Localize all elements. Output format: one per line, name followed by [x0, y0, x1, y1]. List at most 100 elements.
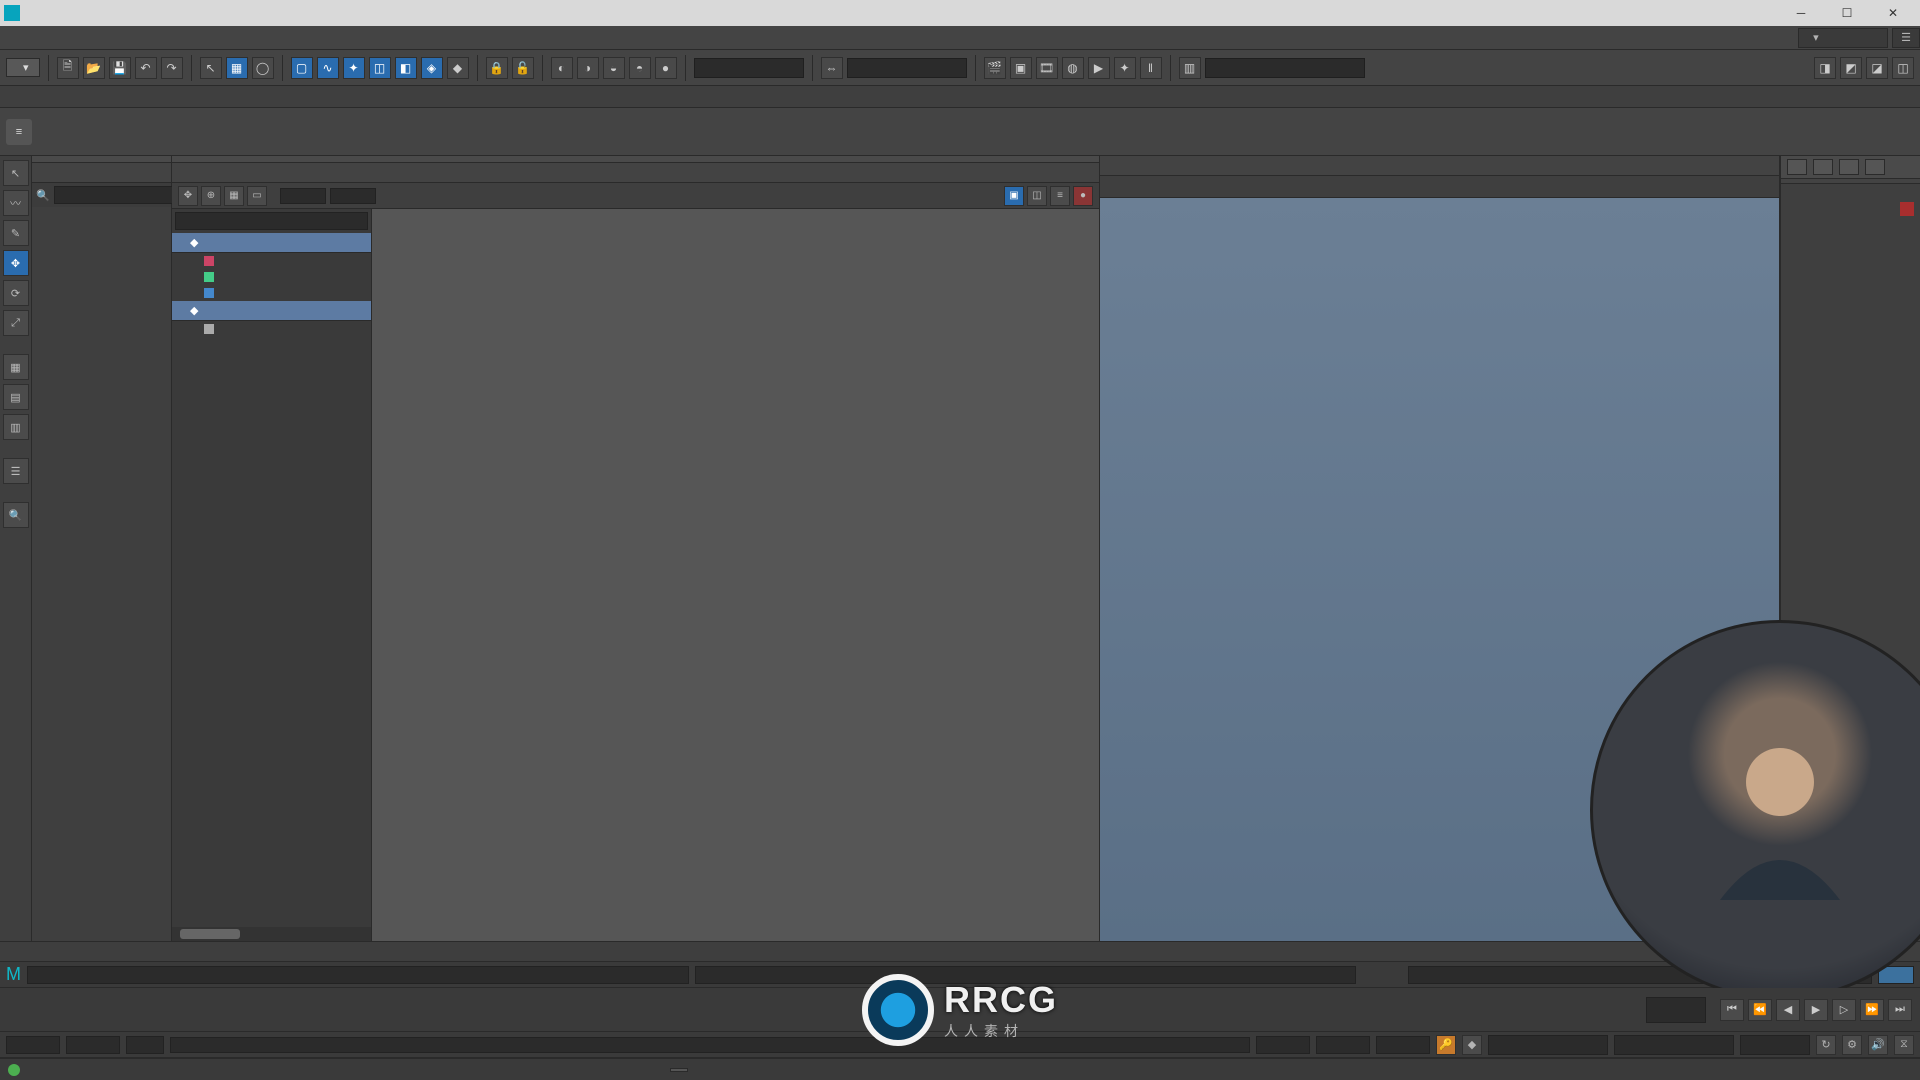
go-to-start-icon[interactable]: ⏮	[1720, 999, 1744, 1021]
character-set-dropdown[interactable]	[1488, 1035, 1608, 1055]
playblast-icon[interactable]: ▶	[1088, 57, 1110, 79]
toggle-tool-settings-icon[interactable]: ◪	[1866, 57, 1888, 79]
range-start-outer[interactable]	[6, 1036, 60, 1054]
fps-dropdown[interactable]	[1740, 1035, 1810, 1055]
scale-tool[interactable]: ⤢	[3, 310, 29, 336]
workspace-options-button[interactable]: ☰	[1892, 28, 1920, 48]
range-end-outer[interactable]	[1316, 1036, 1370, 1054]
pref-anim-icon[interactable]: ⚙	[1842, 1035, 1862, 1055]
search-tool-icon[interactable]: 🔍	[3, 502, 29, 528]
symmetry-field[interactable]	[847, 58, 967, 78]
layout-two-icon[interactable]: ▤	[3, 384, 29, 410]
graph-editor-view[interactable]	[372, 209, 1099, 941]
ge-channel-scrollbar[interactable]	[172, 927, 371, 941]
hotkey-field-1[interactable]	[27, 966, 689, 984]
region-icon[interactable]: ▭	[247, 186, 267, 206]
ipr-icon[interactable]: ▣	[1010, 57, 1032, 79]
play-back-icon[interactable]: ▶	[1804, 999, 1828, 1021]
cycle-4-icon[interactable]: ●	[655, 57, 677, 79]
paint-select-tool[interactable]: ✎	[3, 220, 29, 246]
ge-search-input[interactable]	[175, 212, 368, 230]
range-end-2[interactable]	[1376, 1036, 1430, 1054]
range-bookmark[interactable]	[126, 1036, 164, 1054]
cycle-selection-icon[interactable]: ◑	[577, 57, 599, 79]
move-keys-icon[interactable]: ✥	[178, 186, 198, 206]
ge-node-2[interactable]: ◆	[172, 301, 371, 321]
render-icon[interactable]: 🎬	[984, 57, 1006, 79]
layout-quad-icon[interactable]: ▦	[3, 354, 29, 380]
lasso-tool[interactable]: 〰	[3, 190, 29, 216]
step-fwd-icon[interactable]: ▷	[1832, 999, 1856, 1021]
ge-node-1[interactable]: ◆	[172, 233, 371, 253]
render-settings-icon[interactable]: 🎞	[1036, 57, 1058, 79]
pause-icon[interactable]: ‖	[1140, 57, 1162, 79]
ge-stats-value-input[interactable]	[330, 188, 376, 204]
step-back-key-icon[interactable]: ⏪	[1748, 999, 1772, 1021]
snap-point-icon[interactable]: ✦	[343, 57, 365, 79]
step-fwd-key-icon[interactable]: ⏩	[1860, 999, 1884, 1021]
key-set-icon[interactable]: ◆	[1462, 1035, 1482, 1055]
window-close-button[interactable]: ✕	[1870, 0, 1916, 26]
command-field[interactable]	[1205, 58, 1365, 78]
workspace-dropdown[interactable]: ▾	[1798, 28, 1888, 48]
ge-normalize-icon[interactable]: ◫	[1027, 186, 1047, 206]
ge-stack-icon[interactable]: ≡	[1050, 186, 1070, 206]
undo-icon[interactable]: ↶	[135, 57, 157, 79]
redo-icon[interactable]: ↷	[161, 57, 183, 79]
select-tool[interactable]: ↖	[3, 160, 29, 186]
anim-layer-dropdown[interactable]	[1614, 1035, 1734, 1055]
cycle-3-icon[interactable]: ◓	[629, 57, 651, 79]
loop-icon[interactable]: ↻	[1816, 1035, 1836, 1055]
current-frame-field[interactable]	[1646, 997, 1706, 1023]
mode-dropdown[interactable]: ▾	[6, 58, 40, 77]
ge-chan-visibility[interactable]	[172, 321, 371, 337]
step-back-icon[interactable]: ◀	[1776, 999, 1800, 1021]
cb-tab-4[interactable]	[1865, 159, 1885, 175]
panel-layout-icon[interactable]: ▥	[1179, 57, 1201, 79]
range-slider[interactable]	[170, 1037, 1250, 1053]
open-scene-icon[interactable]: 📂	[83, 57, 105, 79]
snap-grid-icon[interactable]: ▢	[291, 57, 313, 79]
ge-chan-translate-x[interactable]	[172, 253, 371, 269]
go-to-end-icon[interactable]: ⏭	[1888, 999, 1912, 1021]
move-tool[interactable]: ✥	[3, 250, 29, 276]
ge-chan-translate-y[interactable]	[172, 269, 371, 285]
construction-history-icon[interactable]: ◐	[551, 57, 573, 79]
snap-plane-icon[interactable]: ◫	[369, 57, 391, 79]
toggle-modeling-toolkit-icon[interactable]: ◨	[1814, 57, 1836, 79]
selection-mask-icon[interactable]: ▦	[226, 57, 248, 79]
hotkey-field-2[interactable]	[695, 966, 1357, 984]
window-maximize-button[interactable]: ☐	[1824, 0, 1870, 26]
cb-tab-3[interactable]	[1839, 159, 1859, 175]
new-scene-icon[interactable]: 🗎	[57, 57, 79, 79]
audio-icon[interactable]: 🔊	[1868, 1035, 1888, 1055]
outliner-toggle-icon[interactable]: ☰	[3, 458, 29, 484]
cb-tab-1[interactable]	[1787, 159, 1807, 175]
toggle-attribute-editor-icon[interactable]: ◩	[1840, 57, 1862, 79]
snap-view-icon[interactable]: ◧	[395, 57, 417, 79]
select-tool-icon[interactable]: ↖	[200, 57, 222, 79]
sym-toggle-icon[interactable]: ⇔	[821, 57, 843, 79]
ge-chan-translate-z[interactable]	[172, 285, 371, 301]
ge-autoframe-icon[interactable]: ▣	[1004, 186, 1024, 206]
cb-shape-visibility[interactable]	[1781, 200, 1920, 218]
make-live-icon[interactable]: 🔒	[486, 57, 508, 79]
cycle-2-icon[interactable]: ◒	[603, 57, 625, 79]
layout-three-icon[interactable]: ▥	[3, 414, 29, 440]
insert-key-icon[interactable]: ⊕	[201, 186, 221, 206]
window-minimize-button[interactable]: ─	[1778, 0, 1824, 26]
shelf-menu-icon[interactable]: ≡	[6, 110, 32, 154]
range-end-inner[interactable]	[1256, 1036, 1310, 1054]
toggle-channel-box-icon[interactable]: ◫	[1892, 57, 1914, 79]
hypershade-icon[interactable]: ◍	[1062, 57, 1084, 79]
snap-live-icon[interactable]: ◈	[421, 57, 443, 79]
snap-toggle-icon[interactable]: ◆	[447, 57, 469, 79]
time-slider[interactable]: ⏮ ⏪ ◀ ▶ ▷ ⏩ ⏭	[0, 988, 1920, 1032]
script-lang-badge[interactable]	[670, 1068, 688, 1072]
range-start-inner[interactable]	[66, 1036, 120, 1054]
ge-stats-frame-input[interactable]	[280, 188, 326, 204]
lightsettings-icon[interactable]: ✦	[1114, 57, 1136, 79]
rotate-tool[interactable]: ⟳	[3, 280, 29, 306]
lasso-icon[interactable]: ◯	[252, 57, 274, 79]
cb-tab-2[interactable]	[1813, 159, 1833, 175]
